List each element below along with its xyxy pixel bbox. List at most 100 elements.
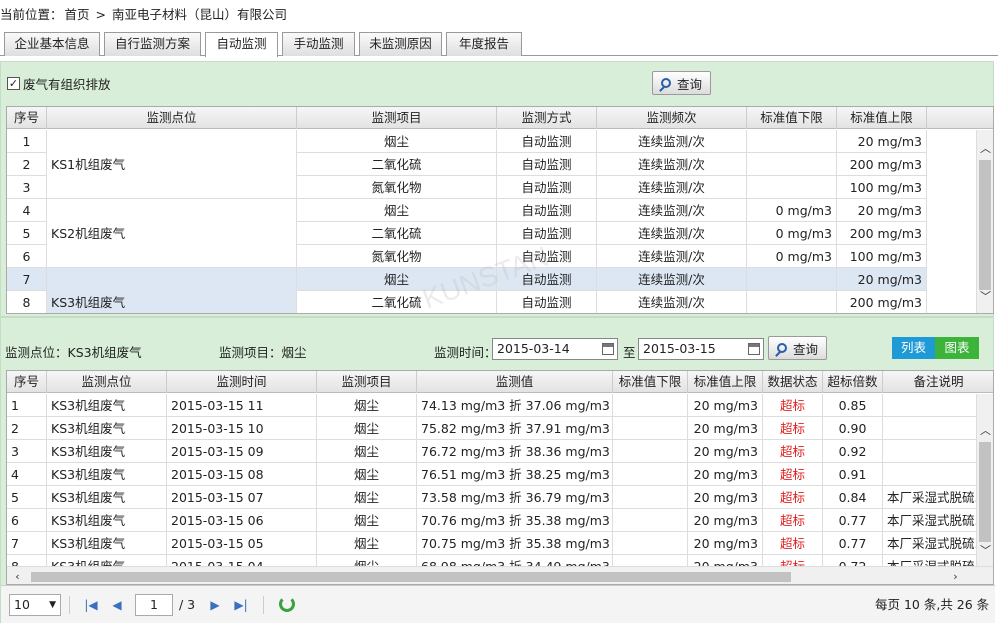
standard-lower — [613, 532, 688, 555]
scroll-left-icon[interactable]: ‹ — [9, 570, 26, 584]
standard-upper: 200 mg/m3 — [837, 291, 927, 313]
exhaust-checkbox[interactable]: ✓ — [7, 76, 20, 90]
remark — [883, 417, 978, 440]
item-filter: 监测项目：烟尘 — [219, 342, 307, 361]
h-scroll-thumb[interactable] — [31, 572, 791, 582]
row-number: 1 — [7, 394, 47, 417]
exceed-ratio: 0.92 — [823, 440, 883, 463]
standard-upper: 20 mg/m3 — [837, 268, 927, 291]
horizontal-scrollbar[interactable]: ‹ › — [7, 566, 993, 584]
date-to-label: 至 — [623, 345, 636, 360]
current-page-input[interactable]: 1 — [135, 594, 173, 616]
standard-upper: 20 mg/m3 — [837, 130, 927, 153]
breadcrumb-home-link[interactable]: 首页 — [65, 7, 90, 22]
standard-upper: 200 mg/m3 — [837, 222, 927, 245]
monitoring-data-table: 序号 监测点位 监测时间 监测项目 监测值 标准值下限 标准值上限 数据状态 超… — [6, 370, 994, 585]
separator — [69, 596, 70, 614]
monitoring-time: 2015-03-15 09 — [167, 440, 317, 463]
prev-page-icon[interactable]: ◀ — [109, 596, 125, 614]
monitoring-time: 2015-03-15 07 — [167, 486, 317, 509]
standard-upper: 20 mg/m3 — [688, 417, 763, 440]
remark: 本厂采湿式脱硫.. — [883, 532, 978, 555]
page-size-select[interactable]: 10 ▼ — [9, 594, 61, 616]
monitoring-point-group: KS2机组废气 — [47, 199, 297, 268]
first-page-icon[interactable]: |◀ — [83, 596, 99, 614]
tab-manual-monitoring[interactable]: 手动监测 — [282, 32, 355, 56]
exceed-ratio: 0.84 — [823, 486, 883, 509]
point-filter: 监测点位：KS3机组废气 — [5, 342, 142, 361]
bottom-table-scrollbar[interactable]: ︿ ﹀ — [976, 394, 993, 566]
point-label: 监测点位： — [5, 345, 68, 360]
tab-unmonitored-reason[interactable]: 未监测原因 — [359, 32, 442, 56]
tab-annual-report[interactable]: 年度报告 — [446, 32, 522, 56]
row-number: 6 — [7, 245, 47, 268]
col-header: 标准值上限 — [837, 107, 927, 129]
scroll-thumb[interactable] — [979, 160, 991, 290]
monitoring-value: 73.58 mg/m3 折 36.79 mg/m3 — [417, 486, 613, 509]
monitoring-item: 二氧化硫 — [297, 153, 497, 176]
monitoring-frequency: 连续监测/次 — [597, 222, 747, 245]
date-from-input[interactable]: 2015-03-14 — [492, 338, 618, 360]
tab-company-info[interactable]: 企业基本信息 — [4, 32, 100, 56]
top-query-button[interactable]: 查询 — [652, 71, 711, 95]
row-number: 4 — [7, 199, 47, 222]
col-header: 超标倍数 — [823, 371, 883, 393]
row-number: 7 — [7, 532, 47, 555]
scroll-up-icon[interactable]: ︿ — [977, 424, 993, 438]
monitoring-point-group: KS1机组废气 — [47, 130, 297, 199]
monitoring-item: 烟尘 — [297, 199, 497, 222]
monitoring-frequency: 连续监测/次 — [597, 291, 747, 313]
list-view-button[interactable]: 列表 — [892, 337, 935, 359]
standard-upper: 20 mg/m3 — [688, 440, 763, 463]
breadcrumb-separator: > — [95, 7, 106, 22]
tab-self-monitoring-plan[interactable]: 自行监测方案 — [104, 32, 201, 56]
standard-upper: 200 mg/m3 — [837, 153, 927, 176]
remark: 本厂采湿式脱硫.. — [883, 486, 978, 509]
monitoring-item: 烟尘 — [317, 463, 417, 486]
scroll-right-icon[interactable]: › — [947, 570, 964, 584]
scroll-down-icon[interactable]: ﹀ — [977, 290, 993, 304]
tab-auto-monitoring[interactable]: 自动监测 — [205, 32, 278, 57]
standard-upper: 20 mg/m3 — [688, 532, 763, 555]
col-header: 备注说明 — [883, 371, 993, 393]
bottom-query-button[interactable]: 查询 — [768, 336, 827, 360]
breadcrumb-company: 南亚电子材料（昆山）有限公司 — [111, 7, 287, 22]
row-number: 2 — [7, 153, 47, 176]
monitoring-data-panel: 监测点位：KS3机组废气 监测项目：烟尘 监测时间： 2015-03-14 至 … — [0, 317, 995, 623]
exceed-ratio: 0.91 — [823, 463, 883, 486]
col-header: 监测项目 — [297, 107, 497, 129]
data-status-badge: 超标 — [763, 463, 823, 486]
calendar-icon[interactable] — [748, 343, 760, 355]
scroll-down-icon[interactable]: ﹀ — [977, 544, 993, 558]
data-status-badge: 超标 — [763, 509, 823, 532]
standard-lower: 0 mg/m3 — [747, 245, 837, 268]
col-header: 序号 — [7, 107, 47, 129]
calendar-icon[interactable] — [602, 343, 614, 355]
remark — [883, 394, 978, 417]
standard-lower: 0 mg/m3 — [747, 222, 837, 245]
monitoring-item: 烟尘 — [317, 394, 417, 417]
monitoring-mode: 自动监测 — [497, 199, 597, 222]
row-number: 6 — [7, 509, 47, 532]
row-number: 3 — [7, 440, 47, 463]
refresh-icon[interactable] — [279, 596, 295, 612]
monitoring-point: KS3机组废气 — [47, 394, 167, 417]
monitoring-point: KS3机组废气 — [47, 532, 167, 555]
standard-lower — [613, 509, 688, 532]
monitoring-point-group: KS3机组废气 — [47, 268, 297, 313]
scroll-thumb[interactable] — [979, 442, 991, 542]
scroll-up-icon[interactable]: ︿ — [977, 142, 993, 156]
next-page-icon[interactable]: ▶ — [207, 596, 223, 614]
date-to-input[interactable]: 2015-03-15 — [638, 338, 764, 360]
exhaust-filter[interactable]: ✓ 废气有组织排放 — [7, 75, 111, 92]
monitoring-item: 二氧化硫 — [297, 291, 497, 313]
chart-view-button[interactable]: 图表 — [935, 337, 979, 359]
data-status-badge: 超标 — [763, 394, 823, 417]
top-table-scrollbar[interactable]: ︿ ﹀ — [976, 130, 993, 313]
row-number: 7 — [7, 268, 47, 291]
monitoring-item: 烟尘 — [317, 440, 417, 463]
monitoring-item: 二氧化硫 — [297, 222, 497, 245]
last-page-icon[interactable]: ▶| — [233, 596, 249, 614]
monitoring-value: 76.72 mg/m3 折 38.36 mg/m3 — [417, 440, 613, 463]
monitoring-point: KS3机组废气 — [47, 463, 167, 486]
